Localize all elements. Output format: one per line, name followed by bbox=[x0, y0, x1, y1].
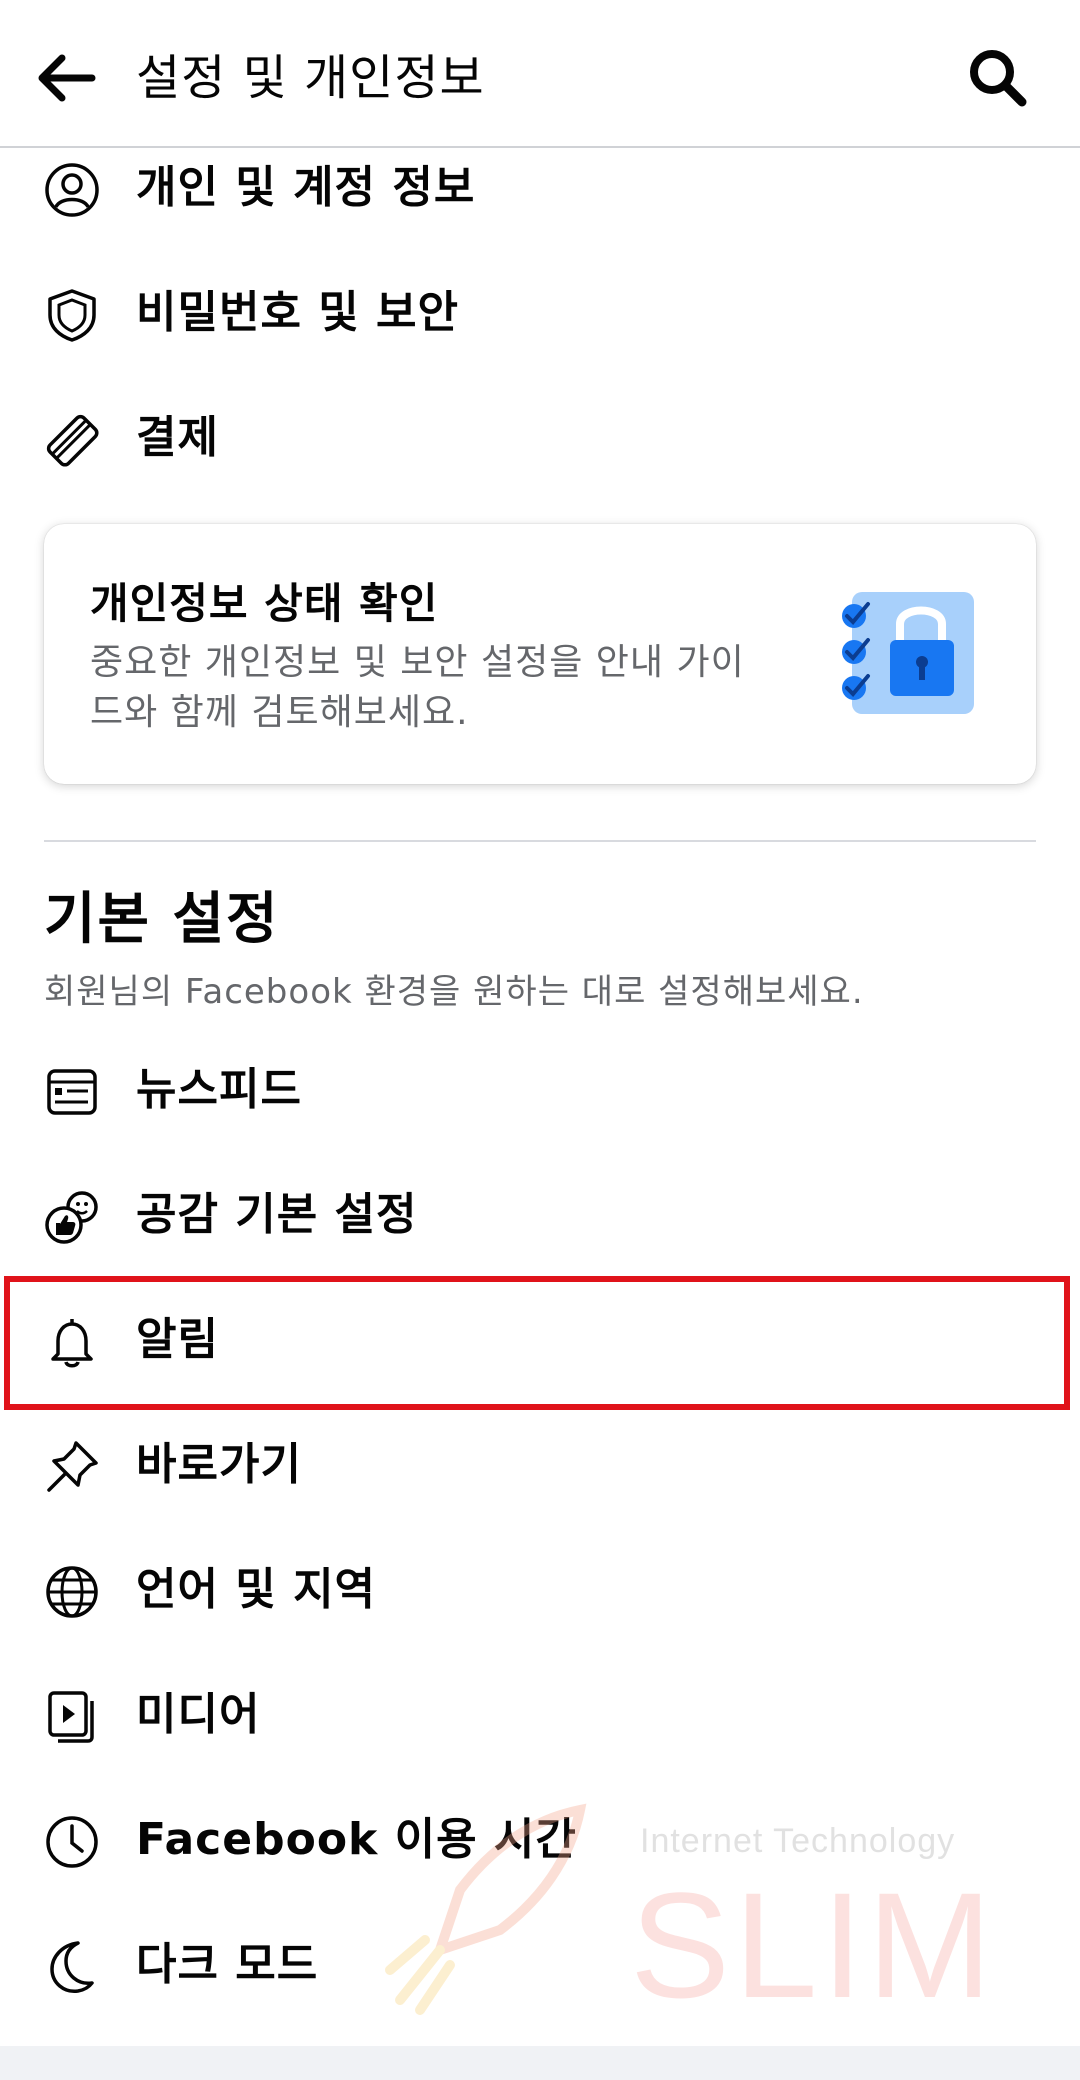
privacy-checkup-card[interactable]: 개인정보 상태 확인 중요한 개인정보 및 보안 설정을 안내 가이드와 함께 … bbox=[44, 524, 1036, 784]
menu-item-label: 공감 기본 설정 bbox=[136, 1189, 418, 1240]
menu-item-time-on-facebook[interactable]: Facebook 이용 시간 bbox=[0, 1784, 1080, 1900]
clock-icon bbox=[46, 1816, 98, 1868]
news-feed-icon bbox=[47, 1069, 97, 1115]
section-divider bbox=[44, 840, 1036, 842]
menu-item-reaction-preferences[interactable]: 공감 기본 설정 bbox=[0, 1159, 1080, 1275]
checklist-lock-icon bbox=[842, 592, 974, 714]
person-circle-icon bbox=[45, 163, 99, 217]
shield-icon bbox=[48, 289, 96, 342]
menu-item-dark-mode[interactable]: 다크 모드 bbox=[0, 1909, 1080, 2025]
menu-item-payments[interactable]: 결제 bbox=[0, 382, 1080, 498]
menu-item-password-security[interactable]: 비밀번호 및 보안 bbox=[0, 257, 1080, 373]
bottom-strip bbox=[0, 2046, 1080, 2080]
menu-item-shortcuts[interactable]: 바로가기 bbox=[0, 1409, 1080, 1525]
arrow-left-icon bbox=[38, 54, 96, 102]
media-icon bbox=[48, 1691, 94, 1743]
search-icon bbox=[970, 50, 1027, 107]
preferences-section-subtitle: 회원님의 Facebook 환경을 원하는 대로 설정해보세요. bbox=[44, 972, 864, 1012]
menu-item-news-feed[interactable]: 뉴스피드 bbox=[0, 1034, 1080, 1150]
menu-item-label: 비밀번호 및 보안 bbox=[136, 287, 459, 338]
menu-item-label: 다크 모드 bbox=[136, 1939, 319, 1990]
credit-card-icon bbox=[46, 414, 99, 467]
app-header: 설정 및 개인정보 bbox=[0, 0, 1080, 148]
pin-icon bbox=[47, 1441, 98, 1492]
menu-item-media[interactable]: 미디어 bbox=[0, 1659, 1080, 1775]
back-button[interactable] bbox=[30, 42, 102, 114]
menu-item-label: 언어 및 지역 bbox=[136, 1564, 377, 1615]
reactions-icon bbox=[45, 1191, 98, 1244]
privacy-checkup-description: 중요한 개인정보 및 보안 설정을 안내 가이드와 함께 검토해보세요. bbox=[90, 642, 745, 733]
menu-item-label: 바로가기 bbox=[136, 1439, 302, 1490]
globe-icon bbox=[46, 1566, 98, 1618]
menu-item-label: Facebook 이용 시간 bbox=[136, 1814, 577, 1865]
preferences-section-title: 기본 설정 bbox=[44, 887, 280, 952]
menu-item-label: 개인 및 계정 정보 bbox=[136, 162, 476, 213]
highlight-annotation-box bbox=[4, 1276, 1070, 1410]
moon-icon bbox=[50, 1941, 94, 1993]
page-title: 설정 및 개인정보 bbox=[136, 50, 485, 106]
privacy-checkup-title: 개인정보 상태 확인 bbox=[90, 579, 439, 628]
menu-item-label: 미디어 bbox=[136, 1689, 261, 1740]
menu-item-language-region[interactable]: 언어 및 지역 bbox=[0, 1534, 1080, 1650]
menu-item-personal-info[interactable]: 개인 및 계정 정보 bbox=[0, 132, 1080, 248]
menu-item-label: 결제 bbox=[136, 412, 219, 463]
menu-item-label: 뉴스피드 bbox=[136, 1064, 302, 1115]
search-button[interactable] bbox=[962, 42, 1034, 114]
